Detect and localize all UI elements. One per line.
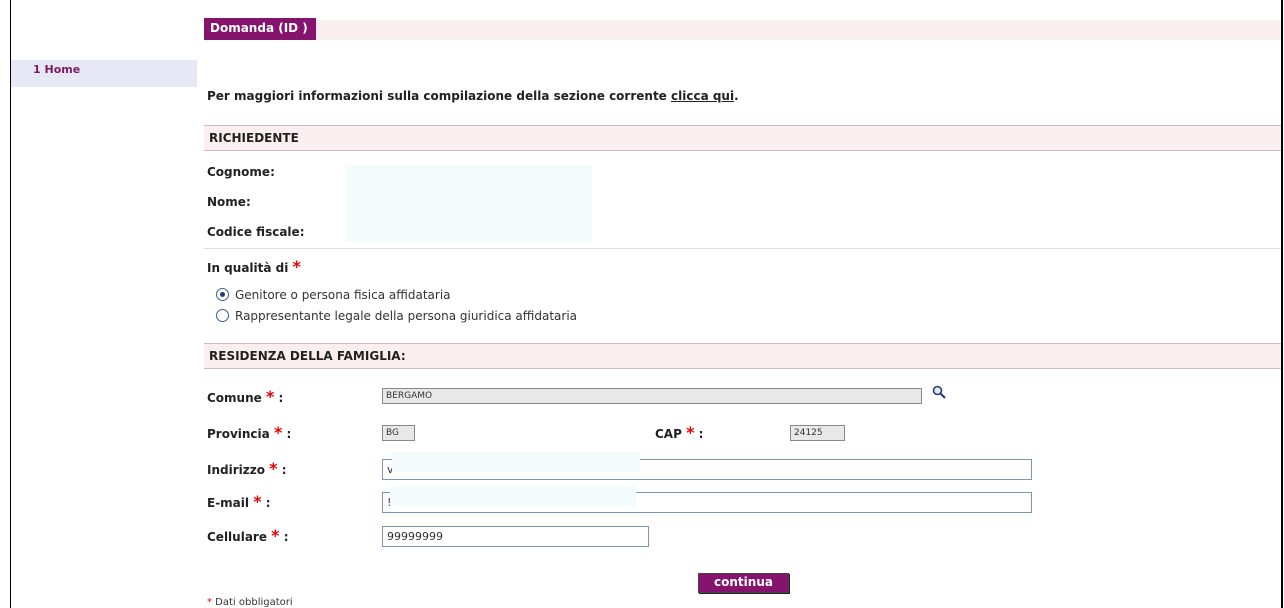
provincia-value: BG xyxy=(386,428,399,438)
cellulare-label-text: Cellulare xyxy=(207,530,267,544)
section-header-richiedente: RICHIEDENTE xyxy=(204,125,1281,151)
cap-label: CAP * : xyxy=(655,423,703,442)
section-title: RESIDENZA DELLA FAMIGLIA xyxy=(209,349,401,363)
qualita-label-text: In qualità di xyxy=(207,261,289,275)
redacted-address xyxy=(392,452,640,472)
sidebar-item-home[interactable]: 1 Home xyxy=(11,60,197,87)
cap-value: 24125 xyxy=(794,428,823,438)
cf-label-text: Codice fiscale xyxy=(207,225,300,239)
indirizzo-label: Indirizzo * : xyxy=(207,459,287,478)
separator: : xyxy=(274,391,284,405)
colon: : xyxy=(245,195,251,209)
separator: : xyxy=(279,530,289,544)
magnifier-icon[interactable] xyxy=(932,385,946,399)
help-link[interactable]: clicca qui xyxy=(671,89,734,103)
comune-label: Comune * : xyxy=(207,387,283,406)
frame-left-border xyxy=(10,0,11,608)
section-title: RICHIEDENTE xyxy=(209,131,299,145)
info-text: Per maggiori informazioni sulla compilaz… xyxy=(207,89,671,103)
required-mark: * xyxy=(271,526,280,545)
cellulare-label: Cellulare * : xyxy=(207,526,289,545)
cognome-label: Cognome: xyxy=(207,165,275,179)
cap-field: 24125 xyxy=(790,425,845,441)
nome-label-text: Nome xyxy=(207,195,246,209)
required-mark: * xyxy=(269,459,278,478)
nome-label: Nome: xyxy=(207,195,251,209)
page-title: Domanda (ID ) xyxy=(210,21,308,35)
provincia-field: BG xyxy=(382,425,415,441)
colon: : xyxy=(270,165,275,179)
radio-label: Rappresentante legale della persona giur… xyxy=(235,309,578,323)
codice-fiscale-label: Codice fiscale: xyxy=(207,225,305,239)
colon: : xyxy=(299,225,305,239)
comune-field: BERGAMO xyxy=(382,388,922,404)
cellulare-input[interactable]: 99999999 xyxy=(382,526,649,547)
info-line: Per maggiori informazioni sulla compilaz… xyxy=(207,89,739,103)
divider xyxy=(204,248,1281,249)
separator: : xyxy=(261,496,271,510)
sidebar-item-label: 1 Home xyxy=(33,63,81,76)
radio-option-genitore[interactable]: Genitore o persona fisica affidataria xyxy=(216,288,451,302)
required-mark: * xyxy=(253,492,262,511)
radio-checked-icon[interactable] xyxy=(216,288,229,301)
footnote-text: Dati obbligatori xyxy=(212,597,293,608)
provincia-label-text: Provincia xyxy=(207,427,270,441)
colon: : xyxy=(400,349,406,363)
cap-label-text: CAP xyxy=(655,427,682,441)
indirizzo-label-text: Indirizzo xyxy=(207,463,265,477)
provincia-label: Provincia * : xyxy=(207,423,291,442)
comune-label-text: Comune xyxy=(207,391,262,405)
cellulare-value: 99999999 xyxy=(387,530,443,543)
continue-button[interactable]: continua xyxy=(698,573,789,593)
redacted-email xyxy=(390,486,636,506)
required-footnote: * Dati obbligatori xyxy=(207,597,293,608)
page-title-tab: Domanda (ID ) xyxy=(204,18,316,40)
email-label-text: E-mail xyxy=(207,496,250,510)
radio-unchecked-icon[interactable] xyxy=(216,309,229,322)
redacted-personal-data xyxy=(345,165,592,242)
radio-label: Genitore o persona fisica affidataria xyxy=(235,288,451,302)
separator: : xyxy=(277,463,287,477)
section-header-residenza: RESIDENZA DELLA FAMIGLIA: xyxy=(204,343,1281,369)
separator: : xyxy=(694,427,704,441)
info-suffix: . xyxy=(734,89,739,103)
comune-value: BERGAMO xyxy=(386,391,433,401)
cognome-label-text: Cognome xyxy=(207,165,271,179)
separator: : xyxy=(282,427,292,441)
required-mark: * xyxy=(292,257,301,276)
radio-option-rappresentante[interactable]: Rappresentante legale della persona giur… xyxy=(216,309,577,323)
qualita-label: In qualità di * xyxy=(207,257,301,276)
email-label: E-mail * : xyxy=(207,492,271,511)
frame-right-border xyxy=(1281,0,1283,608)
title-strip xyxy=(204,20,1281,40)
